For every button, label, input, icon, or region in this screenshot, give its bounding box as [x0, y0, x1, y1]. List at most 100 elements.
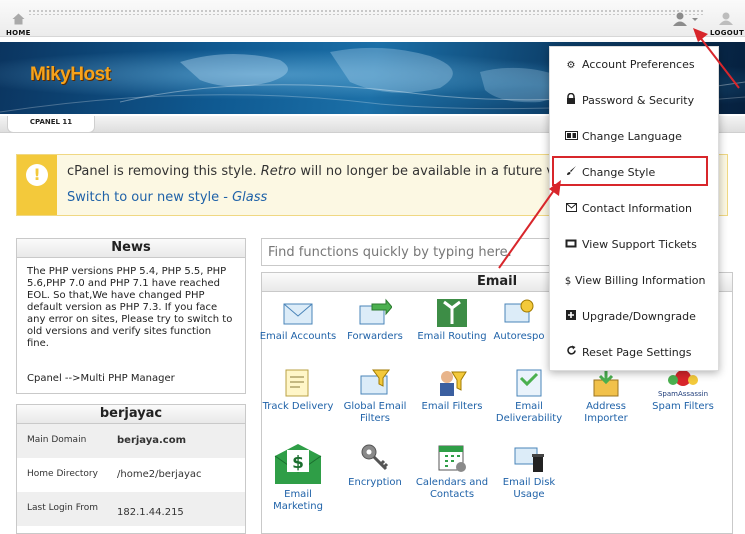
refresh-icon: [564, 336, 578, 372]
menu-item-view-billing-information[interactable]: $ View Billing Information: [550, 263, 718, 299]
switch-style-link-text: Switch to our new style -: [67, 190, 233, 205]
address-importer-icon: [593, 370, 619, 397]
account-stats-panel: berjayac Main Domain berjaya.com Home Di…: [16, 404, 246, 534]
app-email-filters[interactable]: Email Filters: [413, 368, 491, 413]
email-disk-usage-icon: [514, 447, 544, 472]
app-label: Autorespo: [493, 331, 545, 342]
app-email-accounts[interactable]: Email Accounts: [259, 298, 337, 343]
menu-item-account-preferences[interactable]: ⚙ Account Preferences: [550, 47, 718, 83]
email-deliverability-icon: [516, 369, 542, 397]
news-title: News: [17, 239, 245, 258]
app-label: Global Email Filters: [343, 401, 407, 424]
app-label: Forwarders: [347, 331, 403, 342]
ticket-icon: [564, 228, 578, 264]
encryption-icon: [361, 444, 389, 471]
function-search-input[interactable]: [261, 238, 557, 266]
menu-item-contact-information[interactable]: Contact Information: [550, 191, 718, 227]
language-icon: [564, 120, 578, 156]
news-footer: Cpanel -->Multi PHP Manager: [27, 373, 175, 384]
alert-message: cPanel is removing this style. Retro wil…: [67, 164, 586, 179]
app-autoresponders[interactable]: Autorespo: [490, 298, 548, 343]
menu-item-label: Reset Page Settings: [582, 346, 692, 359]
app-email-deliverability[interactable]: Email Deliverability: [490, 368, 568, 425]
brand-logo: MikyHost: [30, 64, 111, 85]
app-label: Email Marketing: [273, 489, 323, 512]
app-email-disk-usage[interactable]: Email Disk Usage: [490, 442, 568, 501]
warning-icon: !: [26, 164, 48, 186]
stat-row-last-login: Last Login From 182.1.44.215: [17, 492, 245, 526]
top-bar-texture: [28, 9, 705, 15]
email-accounts-icon: [283, 303, 313, 325]
email-marketing-icon: $: [274, 444, 322, 484]
alert-message-style: Retro: [260, 164, 297, 179]
app-encryption[interactable]: Encryption: [336, 442, 414, 489]
forwarders-icon: [359, 298, 392, 325]
app-email-routing[interactable]: Email Routing: [413, 298, 491, 343]
stat-value: berjaya.com: [117, 435, 187, 446]
logout-label: LOGOUT: [710, 29, 745, 37]
menu-item-change-style[interactable]: Change Style: [550, 155, 718, 191]
stat-label: Main Domain: [27, 435, 87, 445]
lock-icon: [564, 84, 578, 120]
app-label: Address Importer: [584, 401, 628, 424]
app-label: Email Filters: [421, 401, 483, 412]
dollar-icon: $: [564, 276, 572, 287]
stat-value: /home2/berjayac: [117, 469, 202, 480]
calendars-contacts-icon: [438, 445, 466, 472]
stat-value: 182.1.44.215: [117, 507, 184, 518]
app-forwarders[interactable]: Forwarders: [336, 298, 414, 343]
track-delivery-icon: [285, 369, 309, 397]
stats-title: berjayac: [17, 405, 245, 424]
menu-item-reset-page-settings[interactable]: Reset Page Settings: [550, 335, 718, 371]
menu-item-label: Account Preferences: [582, 58, 695, 71]
email-filters-icon: [440, 371, 467, 396]
global-email-filters-icon: [360, 369, 390, 395]
app-address-importer[interactable]: Address Importer: [567, 368, 645, 425]
menu-item-label: Contact Information: [582, 202, 692, 215]
user-menu-toggle[interactable]: [669, 11, 703, 30]
menu-item-label: Change Style: [582, 166, 656, 179]
menu-item-upgrade-downgrade[interactable]: Upgrade/Downgrade: [550, 299, 718, 335]
alert-stripe: !: [17, 155, 57, 215]
user-icon: [673, 12, 698, 26]
cpanel-version-tab: CPANEL 11: [7, 116, 95, 133]
app-label: Email Routing: [417, 331, 487, 342]
menu-item-label: Upgrade/Downgrade: [582, 310, 696, 323]
stat-label: Last Login From: [27, 503, 99, 513]
top-bar: HOME LOGOUT: [0, 0, 745, 37]
stat-label: Home Directory: [27, 469, 98, 479]
home-label: HOME: [6, 29, 31, 37]
menu-item-change-language[interactable]: Change Language: [550, 119, 718, 155]
menu-item-label: Change Language: [582, 130, 682, 143]
alert-message-end: will no longer be available in a future …: [296, 164, 586, 179]
app-label: Spam Filters: [652, 401, 714, 412]
menu-item-password-security[interactable]: Password & Security: [550, 83, 718, 119]
switch-style-link[interactable]: Switch to our new style - Glass: [67, 190, 267, 205]
menu-item-label: View Support Tickets: [582, 238, 697, 251]
app-track-delivery[interactable]: Track Delivery: [259, 368, 337, 413]
app-label: Encryption: [348, 477, 402, 488]
app-label: Email Accounts: [259, 331, 337, 342]
spamassassin-badge-text: SpamAssassin: [658, 390, 708, 398]
envelope-icon: [564, 192, 578, 228]
gears-icon: ⚙: [566, 60, 576, 71]
user-preferences-dropdown: ⚙ Account Preferences Password & Security…: [549, 46, 719, 371]
app-label: Email Deliverability: [495, 401, 563, 424]
app-spam-filters[interactable]: SpamAssassin Spam Filters: [644, 368, 722, 413]
app-calendars-contacts[interactable]: Calendars and Contacts: [413, 442, 491, 501]
news-body: The PHP versions PHP 5.4, PHP 5.5, PHP 5…: [27, 266, 233, 349]
news-panel: News The PHP versions PHP 5.4, PHP 5.5, …: [16, 238, 246, 394]
alert-message-start: cPanel is removing this style.: [67, 164, 261, 179]
spam-filters-icon: SpamAssassin: [658, 370, 708, 398]
logout-user-icon: [719, 12, 733, 25]
brush-icon: [564, 156, 578, 192]
menu-item-label: View Billing Information: [575, 274, 706, 287]
app-global-email-filters[interactable]: Global Email Filters: [336, 368, 414, 425]
menu-item-view-support-tickets[interactable]: View Support Tickets: [550, 227, 718, 263]
stat-row-main-domain: Main Domain berjaya.com: [17, 424, 245, 458]
menu-item-label: Password & Security: [582, 94, 695, 107]
app-email-marketing[interactable]: $ Email Marketing: [259, 442, 337, 513]
home-link[interactable]: HOME: [6, 10, 30, 37]
logout-link[interactable]: LOGOUT: [710, 10, 745, 37]
home-icon: [12, 13, 24, 25]
